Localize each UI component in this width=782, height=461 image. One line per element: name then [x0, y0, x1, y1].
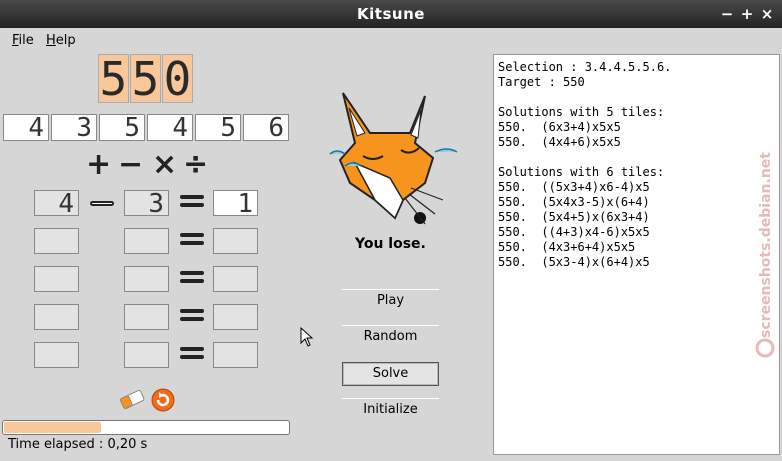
- solution-line: Target : 550: [498, 75, 585, 89]
- equation-operand-a[interactable]: 4: [34, 190, 79, 217]
- solution-line: 550. (4x4+6)x5x5: [498, 135, 621, 149]
- app-window: Kitsune − + × File Help 5 5 0 4 3 5 4 5 …: [0, 0, 782, 461]
- equation-result[interactable]: 1: [213, 190, 258, 217]
- play-button[interactable]: Play: [342, 289, 439, 313]
- time-elapsed-label: Time elapsed : 0,20 s: [8, 437, 148, 452]
- status-message: You lose.: [355, 236, 426, 252]
- equation-operand-b[interactable]: [124, 342, 169, 368]
- solution-line: 550. (4x3+6+4)x5x5: [498, 240, 636, 254]
- solution-line: [498, 90, 775, 105]
- minimize-button[interactable]: −: [718, 5, 736, 23]
- menu-file[interactable]: File: [12, 33, 34, 48]
- equation-operand-a[interactable]: [34, 342, 79, 368]
- equals-sign: [180, 271, 204, 287]
- equation-result[interactable]: [213, 304, 258, 330]
- target-digit: 5: [130, 52, 161, 106]
- equation-operand-b[interactable]: 3: [124, 190, 169, 217]
- equation-result[interactable]: [213, 228, 258, 254]
- solution-line: 550. (6x3+4)x5x5: [498, 120, 621, 134]
- tile[interactable]: 6: [243, 114, 289, 141]
- menu-help-label: elp: [55, 33, 76, 48]
- target-digit: 5: [98, 52, 129, 106]
- tile[interactable]: 5: [99, 114, 145, 141]
- equation-operand-a[interactable]: [34, 304, 79, 330]
- equals-sign: [180, 195, 204, 211]
- menu-help-accel: H: [46, 33, 56, 48]
- equation-result[interactable]: [213, 266, 258, 292]
- tile[interactable]: 4: [147, 114, 193, 141]
- watermark-text: screenshots.debian.net: [758, 152, 774, 338]
- equals-sign: [180, 233, 204, 249]
- equation-operator-minus: [90, 201, 114, 206]
- solution-line: 550. (5x3-4)x(6+4)x5: [498, 255, 650, 269]
- maximize-button[interactable]: +: [738, 5, 756, 23]
- equals-sign: [180, 309, 204, 325]
- minus-operator-button[interactable]: −: [118, 150, 143, 180]
- progress-bar-fill: [4, 422, 102, 433]
- initialize-button[interactable]: Initialize: [342, 398, 439, 422]
- solution-line: Solutions with 6 tiles:: [498, 165, 665, 179]
- solution-line: [498, 150, 775, 165]
- window-title: Kitsune: [357, 5, 425, 23]
- target-digit: 0: [162, 52, 193, 106]
- equation-operand-b[interactable]: [124, 304, 169, 330]
- menu-help[interactable]: Help: [46, 33, 76, 48]
- equation-operand-a[interactable]: [34, 228, 79, 254]
- solutions-text-area[interactable]: Selection : 3.4.4.5.5.6. Target : 550 Solu…: [493, 54, 780, 455]
- eraser-icon[interactable]: [118, 387, 146, 411]
- equation-operand-b[interactable]: [124, 228, 169, 254]
- solution-line: Solutions with 5 tiles:: [498, 105, 665, 119]
- plus-operator-button[interactable]: +: [86, 150, 111, 180]
- undo-icon[interactable]: [150, 387, 176, 413]
- times-operator-button[interactable]: ×: [152, 150, 177, 180]
- tile[interactable]: 4: [3, 114, 49, 141]
- solve-button[interactable]: Solve: [342, 362, 439, 386]
- solution-line: 550. ((5x3+4)x6-4)x5: [498, 180, 650, 194]
- tile[interactable]: 5: [195, 114, 241, 141]
- random-button[interactable]: Random: [342, 325, 439, 349]
- equals-sign: [180, 347, 204, 363]
- debian-swirl-icon: [755, 338, 775, 358]
- solution-line: 550. (5x4+5)x(6x3+4): [498, 210, 650, 224]
- close-button[interactable]: ×: [758, 5, 776, 23]
- title-bar[interactable]: Kitsune − + ×: [0, 0, 782, 28]
- solution-line: Selection : 3.4.4.5.5.6.: [498, 60, 672, 74]
- tile[interactable]: 3: [51, 114, 97, 141]
- menu-file-label: ile: [18, 33, 34, 48]
- debian-watermark: screenshots.debian.net: [755, 152, 775, 358]
- solution-line: 550. ((4+3)x4-6)x5x5: [498, 225, 650, 239]
- mouse-cursor-icon: [300, 327, 314, 347]
- progress-bar: [2, 420, 290, 435]
- solution-line: 550. (5x4x3-5)x(6+4): [498, 195, 650, 209]
- equation-operand-a[interactable]: [34, 266, 79, 292]
- equation-operand-b[interactable]: [124, 266, 169, 292]
- equation-result[interactable]: [213, 342, 258, 368]
- menu-bar: File Help: [0, 28, 782, 52]
- crying-fox-icon: [329, 92, 458, 225]
- divide-operator-button[interactable]: ÷: [183, 150, 208, 180]
